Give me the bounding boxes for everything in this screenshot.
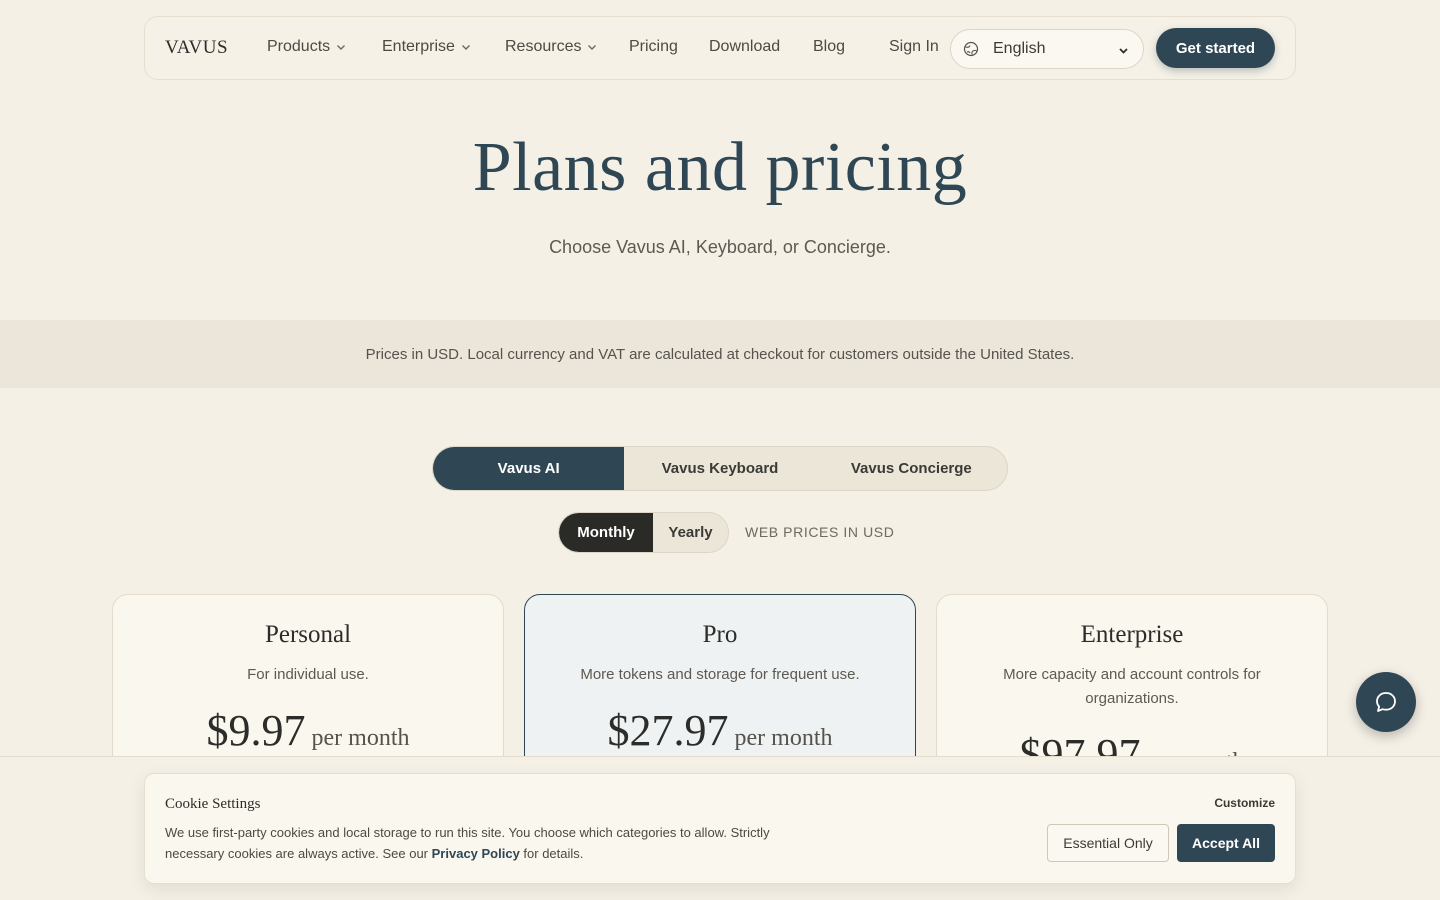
plan-price-amount: $9.97 <box>206 706 306 755</box>
plan-name: Enterprise <box>1080 621 1184 648</box>
globe-icon <box>963 41 979 57</box>
chevron-down-icon <box>461 45 470 50</box>
chevron-down-icon <box>588 45 597 50</box>
plan-name: Personal <box>264 621 352 648</box>
logo[interactable]: VAVUS <box>165 37 228 59</box>
cookie-text: We use first-party cookies and local sto… <box>165 822 825 864</box>
language-select[interactable]: English <box>950 29 1144 69</box>
page-subtitle: Choose Vavus AI, Keyboard, or Concierge. <box>549 237 891 257</box>
chat-bubble-icon <box>1376 692 1396 712</box>
customize-cookies-link[interactable]: Customize <box>1214 796 1275 810</box>
currency-notice-text: Prices in USD. Local currency and VAT ar… <box>365 345 1075 363</box>
billing-toggle: Monthly Yearly <box>558 512 729 553</box>
cookie-title: Cookie Settings <box>165 796 261 812</box>
plan-description: More tokens and storage for frequent use… <box>580 666 860 683</box>
nav-download[interactable]: Download <box>709 38 780 56</box>
tab-vavus-concierge[interactable]: Vavus Concierge <box>816 447 1007 490</box>
cookie-banner: Cookie Settings We use first-party cooki… <box>144 773 1296 884</box>
sign-in-link[interactable]: Sign In <box>889 38 939 56</box>
plan-price-period: per month <box>734 725 833 751</box>
web-prices-note: WEB PRICES IN USD <box>745 524 895 540</box>
privacy-policy-link[interactable]: Privacy Policy <box>432 846 520 861</box>
nav-enterprise-label: Enterprise <box>382 38 455 55</box>
nav-pricing[interactable]: Pricing <box>629 38 678 56</box>
plan-price-period: per month <box>311 725 410 751</box>
nav-blog[interactable]: Blog <box>813 38 845 56</box>
tab-vavus-keyboard[interactable]: Vavus Keyboard <box>624 447 815 490</box>
plan-name: Pro <box>702 621 738 648</box>
nav-enterprise[interactable]: Enterprise <box>382 38 471 56</box>
plan-price: $9.97 per month <box>113 705 503 756</box>
currency-notice: Prices in USD. Local currency and VAT ar… <box>0 320 1440 388</box>
language-selected: English <box>993 40 1046 57</box>
plan-description: For individual use. <box>247 666 369 683</box>
nav-products-label: Products <box>267 38 331 55</box>
product-tabs: Vavus AI Vavus Keyboard Vavus Concierge <box>432 446 1008 491</box>
plan-price-amount: $27.97 <box>607 706 729 755</box>
plan-description: More capacity and account controls for o… <box>1003 666 1261 707</box>
billing-yearly[interactable]: Yearly <box>653 513 728 552</box>
page-title: Plans and pricing <box>472 129 968 206</box>
chevron-down-icon <box>1119 48 1128 54</box>
chat-launcher-button[interactable] <box>1356 672 1416 732</box>
cookie-text-after: for details. <box>519 846 584 861</box>
essential-only-button[interactable]: Essential Only <box>1047 824 1169 862</box>
accept-all-button[interactable]: Accept All <box>1177 824 1275 862</box>
top-nav: VAVUS Products Enterprise Resources Pric… <box>144 16 1296 80</box>
tab-vavus-ai[interactable]: Vavus AI <box>433 447 625 490</box>
cookie-banner-overlay: Cookie Settings We use first-party cooki… <box>0 756 1440 900</box>
nav-resources-label: Resources <box>505 38 582 55</box>
billing-monthly[interactable]: Monthly <box>559 513 653 552</box>
nav-products[interactable]: Products <box>267 38 346 56</box>
get-started-button[interactable]: Get started <box>1156 28 1275 68</box>
chevron-down-icon <box>337 45 346 50</box>
nav-resources[interactable]: Resources <box>505 38 597 56</box>
plan-price: $27.97 per month <box>525 705 915 756</box>
